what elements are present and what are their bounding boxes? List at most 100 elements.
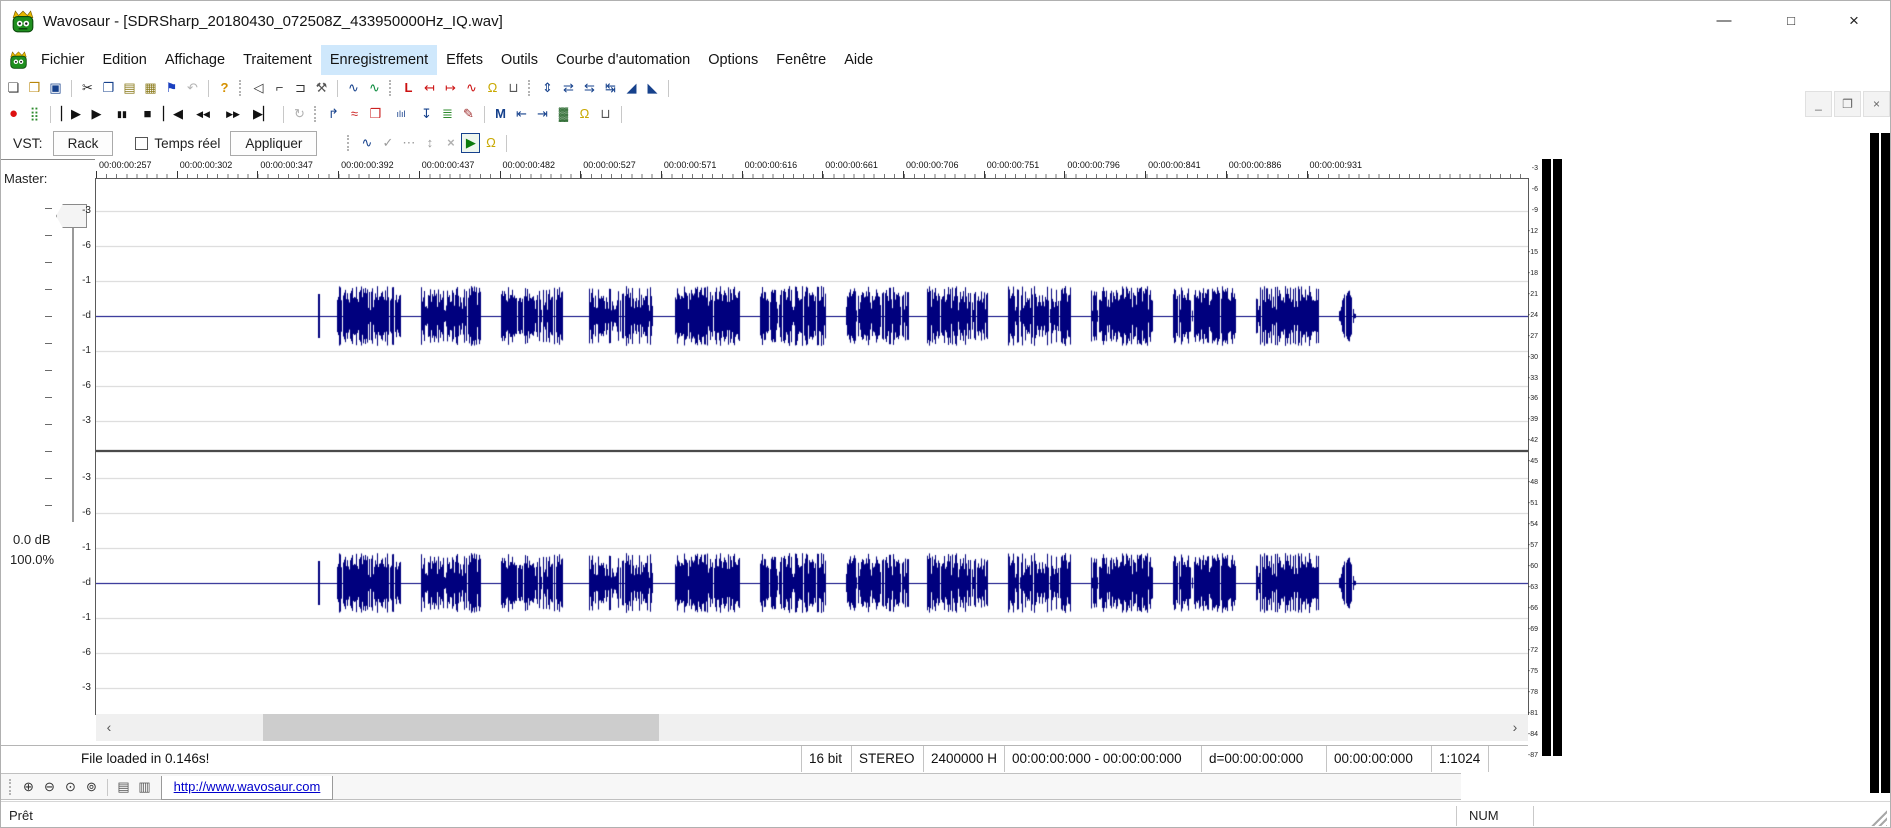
menu-effets[interactable]: Effets — [437, 45, 492, 75]
menu-outils[interactable]: Outils — [492, 45, 547, 75]
stop-icon[interactable]: ■ — [137, 103, 158, 125]
automation-curve-icon[interactable]: ∿ — [356, 132, 377, 154]
open-file-icon[interactable]: ❒ — [24, 77, 45, 99]
zoom-out-wave-icon[interactable]: ⇆ — [579, 77, 600, 99]
sonogram-view-icon[interactable]: ❒ — [365, 103, 386, 125]
vst-confirm-icon[interactable]: ✓ — [377, 132, 398, 154]
menu-enregistrement[interactable]: Enregistrement — [321, 45, 437, 75]
play-icon[interactable]: ▶ — [86, 103, 107, 125]
record-icon[interactable]: ● — [3, 103, 24, 125]
link-tab[interactable]: http://www.wavosaur.com — [161, 776, 333, 800]
rack-button[interactable]: Rack — [53, 131, 114, 156]
fade-in-icon[interactable]: ◢ — [621, 77, 642, 99]
resample-icon[interactable]: ↧ — [416, 103, 437, 125]
rewind-icon[interactable]: ◀◀ — [188, 103, 218, 125]
mdi-minimize-button[interactable]: _ — [1805, 91, 1832, 117]
minimize-button[interactable]: — — [1693, 1, 1755, 41]
zoom-in-wave-icon[interactable]: ⇄ — [558, 77, 579, 99]
vst-remove-icon[interactable]: × — [440, 132, 461, 154]
go-to-start-icon[interactable]: ▏◀ — [158, 103, 188, 125]
save-file-icon[interactable]: ▣ — [45, 77, 66, 99]
markers-delete-icon[interactable]: ⊔ — [503, 77, 524, 99]
vst-reorder-icon[interactable]: ↕ — [419, 132, 440, 154]
close-button[interactable]: × — [1823, 1, 1885, 41]
routing-multi-icon[interactable]: ⊐ — [290, 77, 311, 99]
zoom-in-icon[interactable]: ⊕ — [18, 776, 39, 798]
help-icon[interactable]: ? — [214, 77, 235, 99]
timeline-ruler[interactable]: 00:00:00:25700:00:00:30200:00:00:34700:0… — [96, 159, 1528, 178]
wave-insert-mode-icon[interactable]: ∿ — [343, 77, 364, 99]
batch-processor-icon[interactable]: ↱ — [323, 103, 344, 125]
menu-fen-tre[interactable]: Fenêtre — [767, 45, 835, 75]
markers-lock-icon[interactable]: Ω — [482, 77, 503, 99]
zoom-whole-icon[interactable]: ⊚ — [81, 776, 102, 798]
marker-shift-right-icon[interactable]: ↦ — [440, 77, 461, 99]
delete-all-markers-icon[interactable]: ⊔ — [595, 103, 616, 125]
new-document-icon[interactable]: ❏ — [3, 77, 24, 99]
marker-insert-icon[interactable]: M — [490, 103, 511, 125]
scroll-right-button[interactable]: › — [1502, 714, 1528, 741]
zoom-fit-wave-icon[interactable]: ↹ — [600, 77, 621, 99]
menu-options[interactable]: Options — [699, 45, 767, 75]
apply-button[interactable]: Appliquer — [230, 131, 317, 156]
zoom-vertical-wave-icon[interactable]: ⇕ — [537, 77, 558, 99]
fade-out-icon[interactable]: ◣ — [642, 77, 663, 99]
vst-lock-icon[interactable]: Ω — [480, 132, 501, 154]
ruler-timestamp: 00:00:00:931 — [1310, 160, 1363, 170]
marker-previous-icon[interactable]: ⇤ — [511, 103, 532, 125]
paste-mix-icon[interactable]: ⚑ — [161, 77, 182, 99]
play-from-cursor-icon[interactable]: ▏▶ — [56, 103, 86, 125]
scroll-left-button[interactable]: ‹ — [96, 714, 122, 741]
menu-affichage[interactable]: Affichage — [156, 45, 234, 75]
go-to-end-icon[interactable]: ▶▏ — [248, 103, 278, 125]
routing-simple-icon[interactable]: ⌐ — [269, 77, 290, 99]
zoom-out-icon[interactable]: ⊖ — [39, 776, 60, 798]
spectrum-analysis-icon[interactable]: ≈ — [344, 103, 365, 125]
maximize-button[interactable]: □ — [1760, 1, 1822, 41]
mdi-close-button[interactable]: × — [1863, 91, 1890, 117]
zoom-selection-icon[interactable]: ⊙ — [60, 776, 81, 798]
oscilloscope-icon[interactable]: ≣ — [437, 103, 458, 125]
vst-chain-icon[interactable]: ⋯ — [398, 132, 419, 154]
waveform-canvas[interactable] — [96, 179, 1528, 714]
undo-icon[interactable]: ↶ — [182, 77, 203, 99]
audio-config-icon[interactable]: ◁ — [248, 77, 269, 99]
ruler-tick — [1307, 171, 1308, 178]
status-ready: Prêt — [9, 808, 33, 823]
menu-aide[interactable]: Aide — [835, 45, 882, 75]
copy-icon[interactable]: ❐ — [98, 77, 119, 99]
menu-edition[interactable]: Edition — [94, 45, 156, 75]
marker-wave-view-icon[interactable]: ▓ — [553, 103, 574, 125]
menu-courbe-d-automation[interactable]: Courbe d'automation — [547, 45, 699, 75]
wave-replace-mode-icon[interactable]: ∿ — [364, 77, 385, 99]
vertical-zoom-in-icon[interactable]: ▤ — [113, 776, 134, 798]
wavosaur-link[interactable]: http://www.wavosaur.com — [174, 779, 321, 794]
menu-traitement[interactable]: Traitement — [234, 45, 321, 75]
wave-statistics-icon[interactable]: ılıl — [386, 103, 416, 125]
paste-icon[interactable]: ▤ — [119, 77, 140, 99]
left-scale-label: -6 — [59, 647, 91, 658]
fast-forward-icon[interactable]: ▶▶ — [218, 103, 248, 125]
scrollbar-thumb[interactable] — [263, 714, 659, 741]
horizontal-scrollbar[interactable]: ‹ › — [96, 714, 1528, 741]
vertical-zoom-out-icon[interactable]: ▥ — [134, 776, 155, 798]
ruler-timestamp: 00:00:00:886 — [1229, 160, 1282, 170]
level-meter-icon[interactable]: ⣿ — [24, 103, 45, 125]
marker-next-icon[interactable]: ⇥ — [532, 103, 553, 125]
lock-icon[interactable]: Ω — [574, 103, 595, 125]
marker-set-icon[interactable]: L — [398, 77, 419, 99]
paste-insert-icon[interactable]: ▦ — [140, 77, 161, 99]
realtime-checkbox[interactable] — [135, 137, 148, 150]
cut-icon[interactable]: ✂ — [77, 77, 98, 99]
mdi-restore-button[interactable]: ❐ — [1834, 91, 1861, 117]
resize-grip[interactable] — [1870, 809, 1887, 826]
pause-icon[interactable]: ▮▮ — [107, 103, 137, 125]
marker-shift-left-icon[interactable]: ↤ — [419, 77, 440, 99]
vst-play-icon[interactable]: ▶ — [461, 133, 480, 153]
toolbar-separator — [621, 106, 622, 123]
markers-wave-icon[interactable]: ∿ — [461, 77, 482, 99]
loop-icon[interactable]: ↻ — [289, 103, 310, 125]
draw-pencil-icon[interactable]: ✎ — [458, 103, 479, 125]
settings-wrench-icon[interactable]: ⚒ — [311, 77, 332, 99]
menu-fichier[interactable]: Fichier — [32, 45, 94, 75]
